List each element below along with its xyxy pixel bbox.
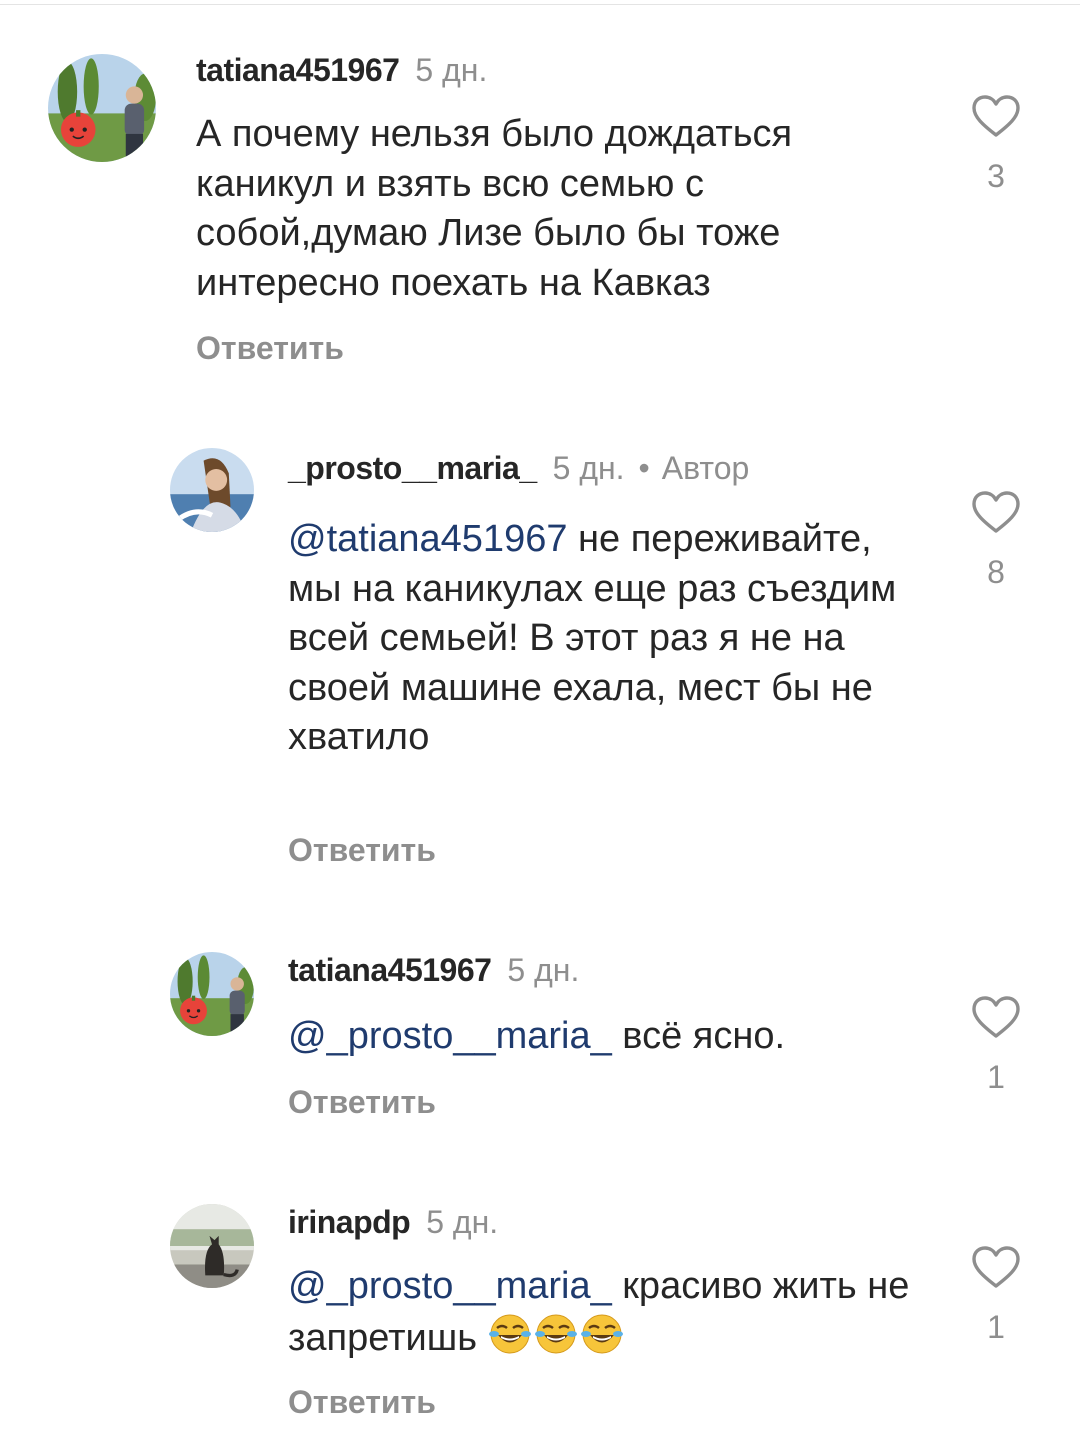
comment-meta: irinapdp 5 дн. [288,1202,498,1242]
mention-link[interactable]: @_prosto__maria_ [288,1265,612,1307]
face-with-tears-of-joy-icon [534,1314,577,1353]
like-count: 1 [987,1309,1005,1345]
face-with-tears-of-joy-icon [580,1314,623,1353]
reply-button[interactable]: Ответить [288,1382,436,1422]
avatar-photo-cat [170,1204,254,1288]
comment-item: irinapdp 5 дн. @_prosto__maria_ красиво ж… [0,0,1080,1454]
face-with-tears-of-joy-icon [488,1314,531,1353]
like-control: 1 [966,1245,1026,1345]
emoji-group [488,1314,626,1359]
comment-text: @_prosto__maria_ красиво жить не запрети… [288,1262,928,1363]
avatar[interactable] [170,1204,254,1288]
username[interactable]: irinapdp [288,1204,411,1240]
heart-icon[interactable] [971,1245,1021,1289]
timestamp: 5 дн. [426,1204,499,1240]
